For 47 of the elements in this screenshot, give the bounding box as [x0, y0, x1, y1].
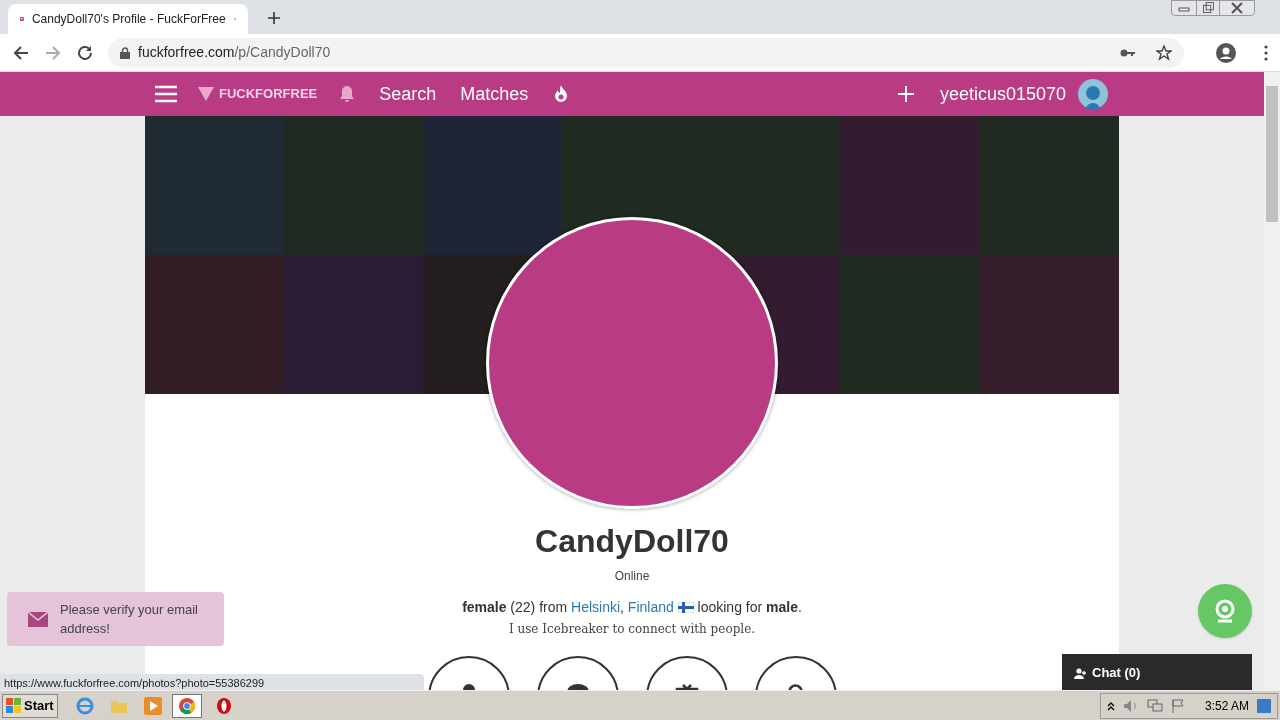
nav-link[interactable]: Search [379, 80, 437, 108]
user-avatar[interactable] [1078, 79, 1108, 109]
back-arrow-icon[interactable] [12, 43, 30, 62]
flame-icon[interactable] [554, 85, 569, 103]
nav-link[interactable]: Matches [460, 80, 529, 108]
plus-icon[interactable] [897, 86, 914, 102]
restore-icon[interactable] [1196, 1, 1220, 15]
new-tab-icon[interactable] [268, 12, 280, 24]
flag-icon [677, 602, 694, 613]
logo-icon [197, 86, 215, 102]
flag-icon[interactable] [1170, 698, 1185, 713]
scrollbar[interactable] [1264, 72, 1280, 690]
windows-logo-icon [6, 697, 22, 714]
key-icon[interactable] [1120, 47, 1136, 58]
envelope-icon [28, 611, 48, 627]
opera-icon[interactable] [215, 696, 232, 715]
menu-dots-icon[interactable] [1264, 44, 1268, 61]
bell-icon[interactable] [339, 85, 356, 103]
media-player-icon[interactable] [143, 696, 162, 715]
menu-icon[interactable] [155, 85, 177, 103]
reload-icon[interactable] [76, 43, 94, 62]
toast-message: Please verify your email address! [60, 601, 199, 638]
online-status: Online [614, 568, 650, 585]
location-link[interactable]: Finland [627, 599, 674, 615]
address-bar[interactable]: fuckforfree.com/p/CandyDoll70 [108, 37, 1184, 68]
username[interactable]: yeeticus015070 [939, 80, 1066, 108]
chrome-icon [178, 697, 195, 714]
chat-button[interactable]: Chat (0) [1062, 654, 1252, 690]
clock[interactable]: 3:52 AM [1204, 696, 1249, 715]
status-url: https://www.fuckforfree.com/photos?photo=55386299 [0, 674, 424, 690]
browser-tab[interactable]: CandyDoll70's Profile - FuckForFree [8, 4, 248, 34]
profile-icon[interactable] [1216, 42, 1236, 63]
star-icon[interactable] [1156, 44, 1172, 61]
chrome-taskbar-button[interactable] [171, 693, 202, 718]
start-button[interactable]: Start [2, 693, 58, 718]
webcam-icon [1214, 599, 1236, 623]
lock-icon [120, 46, 130, 59]
chevron-up-icon[interactable] [1106, 700, 1115, 711]
show-desktop-icon[interactable] [1257, 698, 1271, 713]
site-logo[interactable]: FUCKFORFREE [197, 84, 318, 104]
network-icon[interactable] [1146, 698, 1163, 713]
users-icon [1074, 667, 1088, 679]
profile-bio: I use Icebreaker to connect with people. [508, 621, 756, 638]
profile-name: CandyDoll70 [535, 522, 729, 561]
profile-details: female (22) from Helsinki, Finland looking for male. [462, 598, 802, 617]
url-text: fuckforfree.com/p/CandyDoll70 [138, 43, 331, 62]
tab-title: CandyDoll70's Profile - FuckForFree [31, 11, 226, 28]
